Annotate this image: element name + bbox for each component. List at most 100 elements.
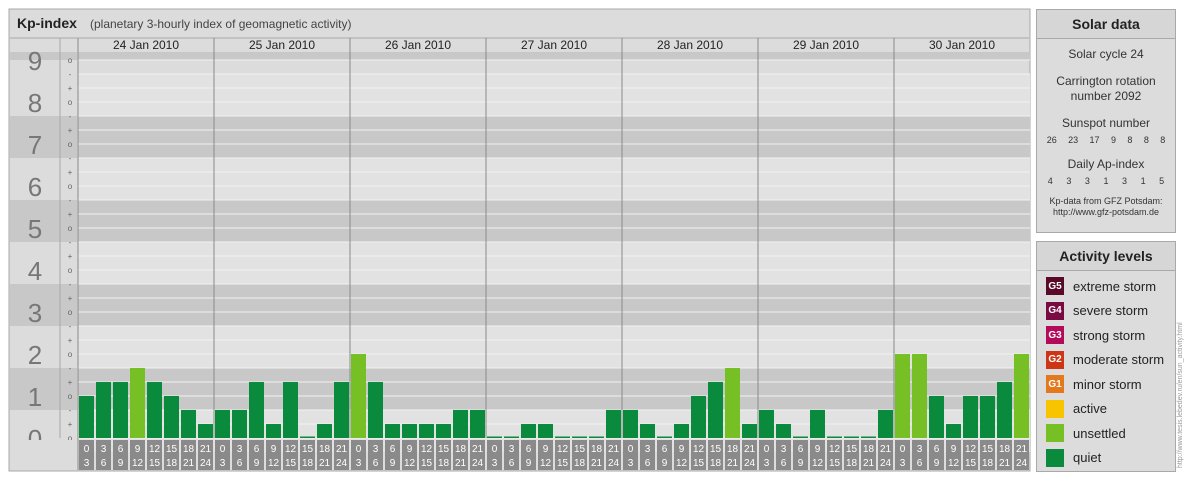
activity-level-item: quiet bbox=[1037, 446, 1175, 471]
ap-value: 1 bbox=[1103, 176, 1109, 186]
interval-start-label: 6 bbox=[798, 444, 804, 455]
interval-end-label: 21 bbox=[183, 458, 195, 469]
kp-bar bbox=[895, 354, 910, 438]
minor-tick-label: - bbox=[69, 196, 72, 205]
interval-start-label: 0 bbox=[900, 444, 906, 455]
interval-end-label: 3 bbox=[356, 458, 362, 469]
interval-end-label: 21 bbox=[591, 458, 603, 469]
sunspot-value: 17 bbox=[1089, 135, 1100, 145]
interval-start-label: 21 bbox=[336, 444, 348, 455]
y-label-band bbox=[10, 284, 77, 326]
kp-bar bbox=[164, 396, 179, 438]
sunspot-value: 9 bbox=[1110, 135, 1116, 145]
interval-end-label: 3 bbox=[492, 458, 498, 469]
y-tick-label: 2 bbox=[28, 340, 42, 370]
kp-bar bbox=[742, 424, 757, 438]
interval-end-label: 3 bbox=[628, 458, 634, 469]
carrington-line1: Carrington rotation bbox=[1056, 74, 1156, 88]
kp-bar bbox=[385, 424, 400, 438]
interval-end-label: 21 bbox=[455, 458, 467, 469]
activity-levels-title: Activity levels bbox=[1037, 242, 1175, 271]
kp-bar bbox=[130, 367, 145, 438]
minor-tick-label: + bbox=[68, 336, 73, 345]
interval-end-label: 9 bbox=[934, 458, 940, 469]
interval-end-label: 24 bbox=[880, 458, 892, 469]
interval-end-label: 21 bbox=[863, 458, 875, 469]
interval-start-label: 6 bbox=[662, 444, 668, 455]
kp-bar bbox=[759, 409, 774, 438]
kp-bar bbox=[368, 382, 383, 438]
activity-level-item: G5 extreme storm bbox=[1037, 274, 1175, 299]
interval-end-label: 9 bbox=[254, 458, 260, 469]
interval-start-label: 9 bbox=[135, 444, 141, 455]
minor-tick-label: - bbox=[69, 280, 72, 289]
chart-title: Kp-index bbox=[17, 15, 77, 31]
credit-text: http://www.tesis.lebedev.ru/en/sun_activ… bbox=[1177, 322, 1184, 468]
interval-end-label: 18 bbox=[438, 458, 450, 469]
level-band bbox=[78, 200, 1030, 242]
interval-end-label: 12 bbox=[812, 458, 824, 469]
kp-bar bbox=[793, 436, 808, 438]
kp-bar bbox=[623, 409, 638, 438]
interval-start-label: 9 bbox=[951, 444, 957, 455]
interval-end-label: 18 bbox=[846, 458, 858, 469]
y-label-band bbox=[10, 158, 77, 200]
activity-level-item: G4 severe storm bbox=[1037, 299, 1175, 324]
interval-start-label: 15 bbox=[982, 444, 994, 455]
minor-tick-label: + bbox=[68, 252, 73, 261]
level-swatch bbox=[1046, 448, 1064, 467]
kp-bar bbox=[300, 436, 315, 438]
interval-start-label: 12 bbox=[285, 444, 297, 455]
interval-start-label: 21 bbox=[1016, 444, 1028, 455]
minor-tick-label: o bbox=[68, 182, 73, 191]
sunspot-value: 23 bbox=[1068, 135, 1079, 145]
interval-end-label: 24 bbox=[472, 458, 484, 469]
sunspot-values: 26 23 17 9 8 8 8 bbox=[1037, 131, 1175, 145]
minor-tick-label: o bbox=[68, 350, 73, 359]
y-label-band bbox=[10, 116, 77, 158]
y-tick-label: 4 bbox=[28, 256, 42, 286]
kp-bar bbox=[538, 424, 553, 438]
interval-start-label: 12 bbox=[421, 444, 433, 455]
kp-bar bbox=[215, 409, 230, 438]
interval-end-label: 12 bbox=[676, 458, 688, 469]
carrington-rotation: Carrington rotation number 2092 bbox=[1037, 74, 1175, 104]
y-tick-label: 1 bbox=[28, 382, 42, 412]
kp-bar bbox=[589, 436, 604, 438]
y-label-band bbox=[10, 326, 77, 368]
minor-tick-label: - bbox=[69, 154, 72, 163]
activity-level-item: G2 moderate storm bbox=[1037, 348, 1175, 373]
kp-bar bbox=[776, 424, 791, 438]
kp-bar bbox=[725, 367, 740, 438]
minor-tick-label: o bbox=[68, 224, 73, 233]
interval-start-label: 0 bbox=[492, 444, 498, 455]
kp-bar bbox=[283, 382, 298, 438]
level-band bbox=[78, 74, 1030, 116]
kp-bar bbox=[470, 409, 485, 438]
minor-tick-label: o bbox=[68, 308, 73, 317]
minor-tick-label: + bbox=[68, 84, 73, 93]
label-corner bbox=[10, 440, 77, 470]
minor-tick-label: + bbox=[68, 420, 73, 429]
interval-end-label: 6 bbox=[101, 458, 107, 469]
interval-end-label: 6 bbox=[645, 458, 651, 469]
interval-end-label: 24 bbox=[608, 458, 620, 469]
sunspot-value: 8 bbox=[1143, 135, 1149, 145]
interval-start-label: 12 bbox=[965, 444, 977, 455]
y-label-band bbox=[10, 242, 77, 284]
interval-end-label: 18 bbox=[574, 458, 586, 469]
interval-start-label: 6 bbox=[526, 444, 532, 455]
kp-bar bbox=[487, 436, 502, 438]
y-label-band bbox=[10, 368, 77, 410]
interval-start-label: 21 bbox=[744, 444, 756, 455]
y-tick-label: 6 bbox=[28, 172, 42, 202]
sunspot-label: Sunspot number bbox=[1061, 116, 1151, 130]
interval-start-label: 6 bbox=[118, 444, 124, 455]
interval-start-label: 18 bbox=[863, 444, 875, 455]
ap-value: 5 bbox=[1159, 176, 1165, 186]
minor-tick-label: + bbox=[68, 378, 73, 387]
minor-tick-label: - bbox=[69, 70, 72, 79]
interval-end-label: 12 bbox=[268, 458, 280, 469]
level-label: minor storm bbox=[1073, 376, 1142, 392]
level-band bbox=[78, 52, 1030, 60]
